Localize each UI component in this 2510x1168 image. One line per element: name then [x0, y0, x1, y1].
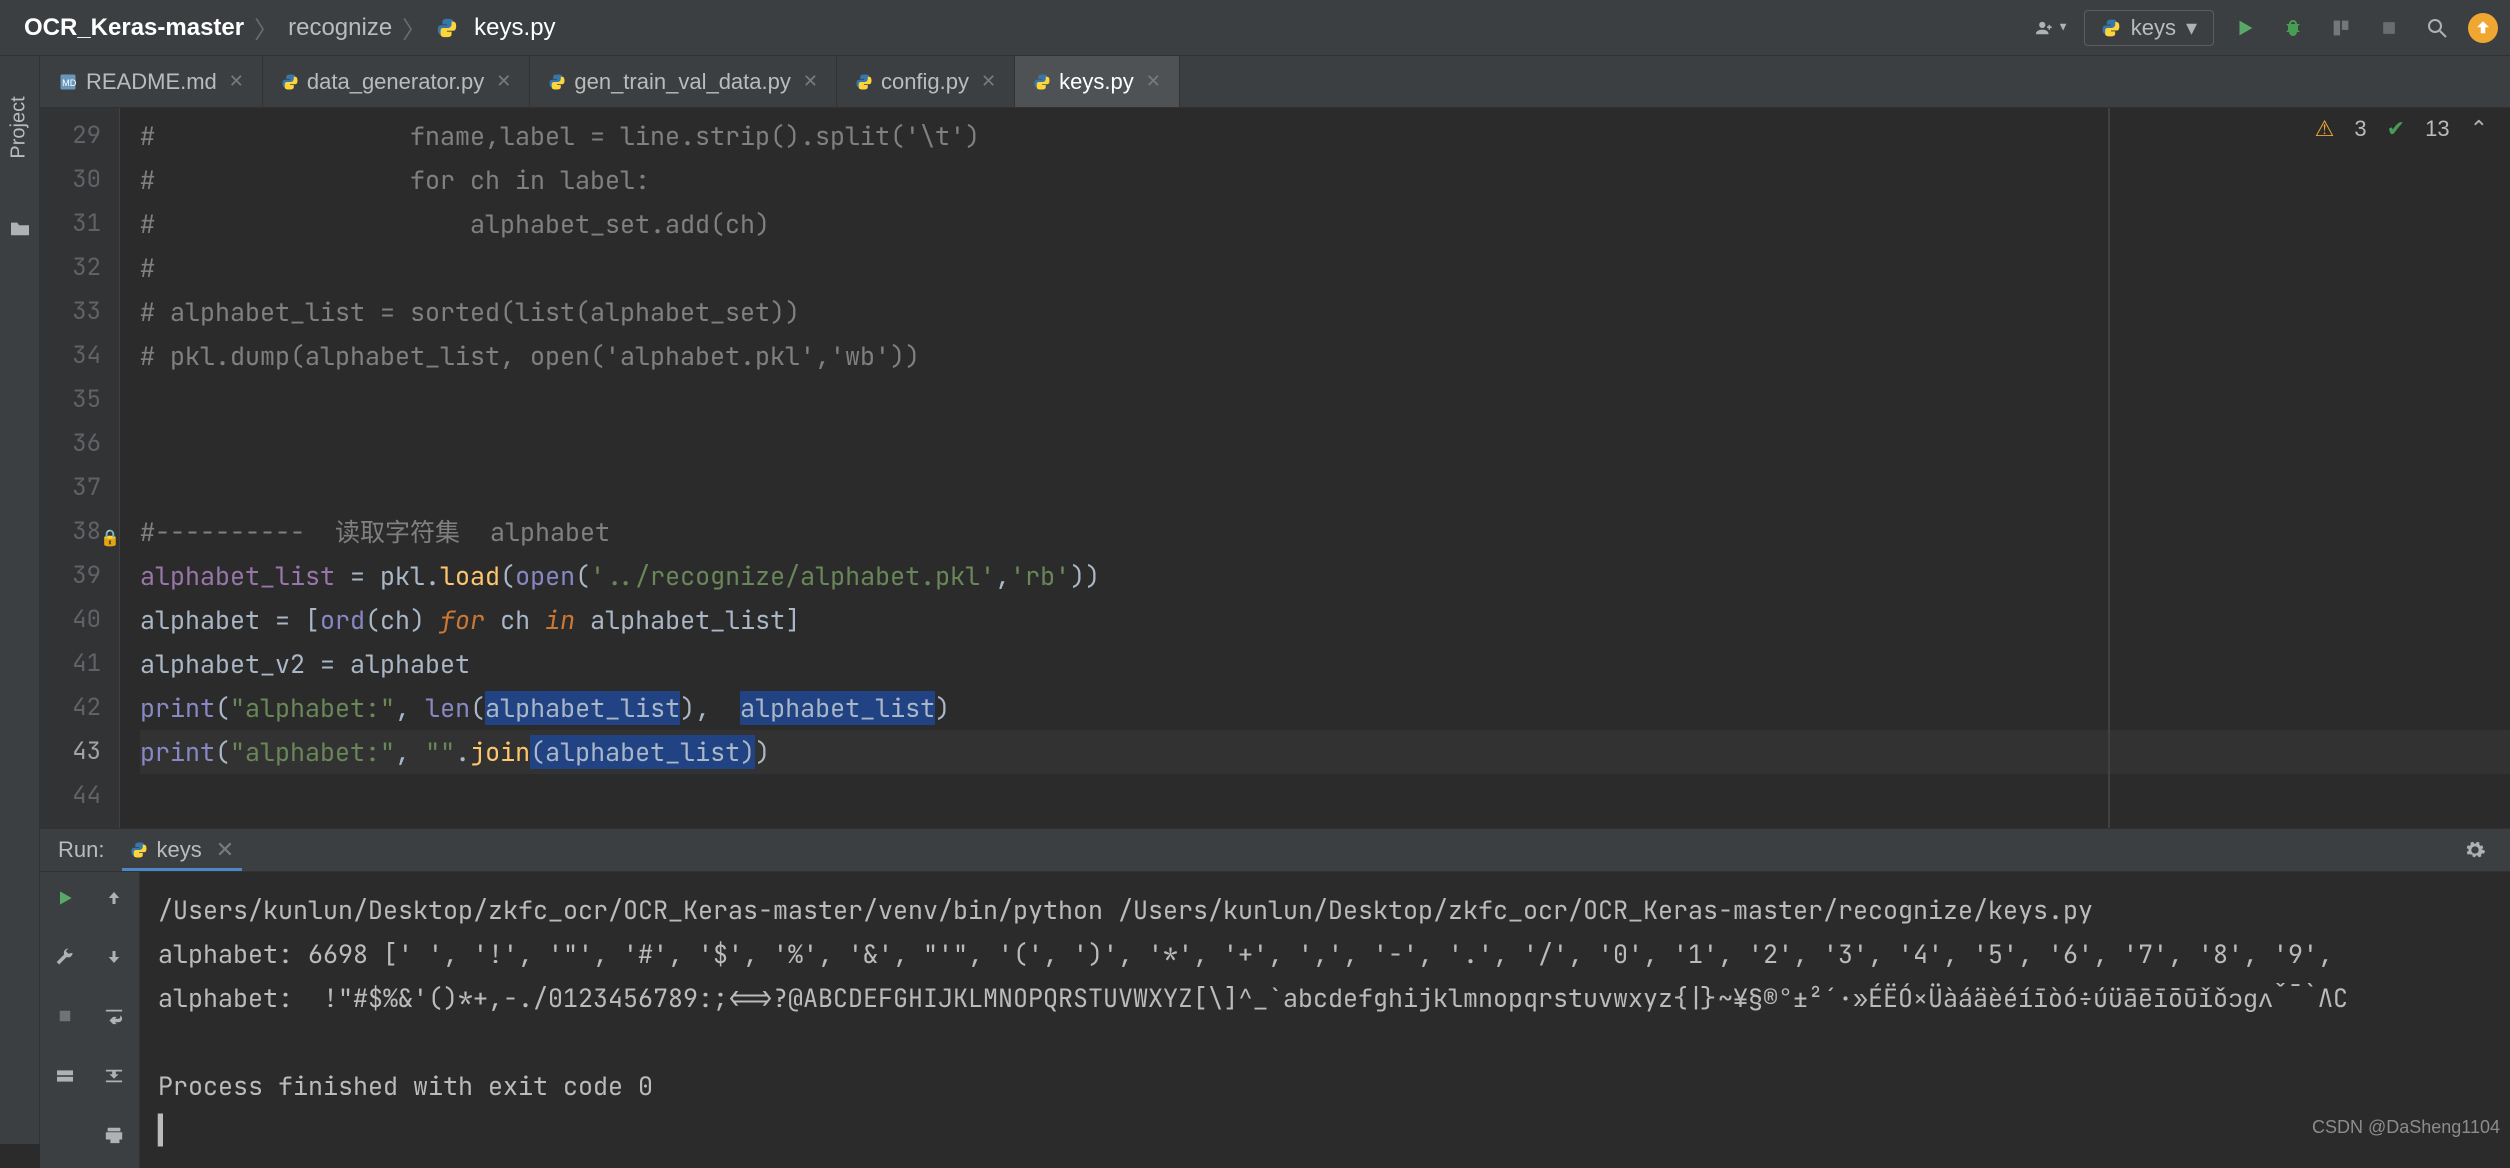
- scroll-to-end-icon[interactable]: [90, 1050, 140, 1102]
- run-tab[interactable]: keys ✕: [122, 829, 242, 871]
- svg-text:MD: MD: [62, 78, 77, 88]
- chevron-down-icon: ▾: [2186, 15, 2197, 41]
- project-tool-button[interactable]: Project: [8, 96, 31, 158]
- avatar[interactable]: [2468, 13, 2498, 43]
- chevron-right-icon: 〉: [254, 10, 278, 45]
- left-tool-stripe: Project: [0, 56, 40, 1144]
- coverage-icon[interactable]: [2324, 11, 2358, 45]
- warning-icon: ⚠: [2315, 116, 2335, 142]
- tab-label: config.py: [881, 69, 969, 95]
- tab-keys[interactable]: keys.py ✕: [1015, 56, 1180, 107]
- run-tool-header: Run: keys ✕: [40, 828, 2510, 872]
- soft-wrap-icon[interactable]: [90, 990, 140, 1042]
- warning-count: 3: [2354, 116, 2366, 142]
- tab-label: gen_train_val_data.py: [574, 69, 791, 95]
- stop-square-icon[interactable]: [40, 990, 90, 1042]
- tab-label: README.md: [86, 69, 217, 95]
- wrench-icon[interactable]: [40, 931, 90, 983]
- editor-tabs: MD README.md ✕ data_generator.py ✕ gen_t…: [40, 56, 2510, 108]
- close-icon[interactable]: ✕: [1146, 71, 1161, 92]
- tab-label: data_generator.py: [307, 69, 484, 95]
- run-title: Run:: [58, 837, 104, 863]
- breadcrumb-root[interactable]: OCR_Keras-master: [24, 14, 244, 42]
- tab-gen-train-val[interactable]: gen_train_val_data.py ✕: [530, 56, 837, 107]
- print-icon[interactable]: [90, 1109, 140, 1161]
- breadcrumb[interactable]: OCR_Keras-master 〉 recognize 〉 keys.py: [12, 10, 556, 45]
- gear-icon[interactable]: [2458, 833, 2492, 867]
- close-icon[interactable]: ✕: [216, 837, 234, 863]
- rerun-icon[interactable]: [40, 872, 90, 924]
- layout-icon[interactable]: [40, 1050, 90, 1102]
- close-icon[interactable]: ✕: [496, 71, 511, 92]
- tab-config[interactable]: config.py ✕: [837, 56, 1015, 107]
- debug-icon[interactable]: [2276, 11, 2310, 45]
- navigation-bar: OCR_Keras-master 〉 recognize 〉 keys.py ▾…: [0, 0, 2510, 56]
- run-configuration-label: keys: [2131, 15, 2176, 41]
- chevron-up-icon[interactable]: ⌃: [2470, 116, 2488, 142]
- chevron-right-icon: 〉: [402, 10, 426, 45]
- python-file-icon: [436, 14, 464, 42]
- watermark-text: CSDN @DaSheng1104: [2312, 1117, 2500, 1138]
- down-icon[interactable]: [90, 931, 140, 983]
- close-icon[interactable]: ✕: [803, 71, 818, 92]
- code-editor[interactable]: 29303132333435363738394041424344 # fname…: [40, 108, 2510, 828]
- search-icon[interactable]: [2420, 11, 2454, 45]
- inspection-indicator[interactable]: ⚠ 3 ✔ 13 ⌃: [2315, 116, 2488, 142]
- run-toolbar: [40, 872, 140, 1168]
- lock-icon: 🔒: [100, 516, 120, 560]
- console-output[interactable]: /Users/kunlun/Desktop/zkfc_ocr/OCR_Keras…: [140, 872, 2510, 1168]
- tab-label: keys.py: [1059, 69, 1134, 95]
- close-icon[interactable]: ✕: [981, 71, 996, 92]
- code-area[interactable]: # fname,label = line.strip().split('\t')…: [120, 108, 2510, 828]
- run-tool-window: Run: keys ✕ /Users/kunlun/Desktop/zkfc_o…: [40, 828, 2510, 1144]
- run-icon[interactable]: [2228, 11, 2262, 45]
- run-configuration-selector[interactable]: keys ▾: [2084, 10, 2214, 46]
- user-add-icon[interactable]: ▾: [2036, 11, 2070, 45]
- editor-split-divider[interactable]: [2108, 108, 2110, 828]
- run-tab-label: keys: [156, 837, 201, 863]
- tab-data-generator[interactable]: data_generator.py ✕: [263, 56, 530, 107]
- tab-readme[interactable]: MD README.md ✕: [40, 56, 263, 107]
- stop-icon[interactable]: [2372, 11, 2406, 45]
- weak-warning-count: 13: [2425, 116, 2449, 142]
- breadcrumb-file[interactable]: keys.py: [474, 14, 555, 42]
- breadcrumb-folder[interactable]: recognize: [288, 14, 392, 42]
- up-icon[interactable]: [90, 872, 140, 924]
- folder-icon[interactable]: [9, 219, 31, 237]
- weak-warning-icon: ✔: [2387, 116, 2405, 142]
- close-icon[interactable]: ✕: [229, 71, 244, 92]
- line-number-gutter: 29303132333435363738394041424344: [40, 108, 120, 828]
